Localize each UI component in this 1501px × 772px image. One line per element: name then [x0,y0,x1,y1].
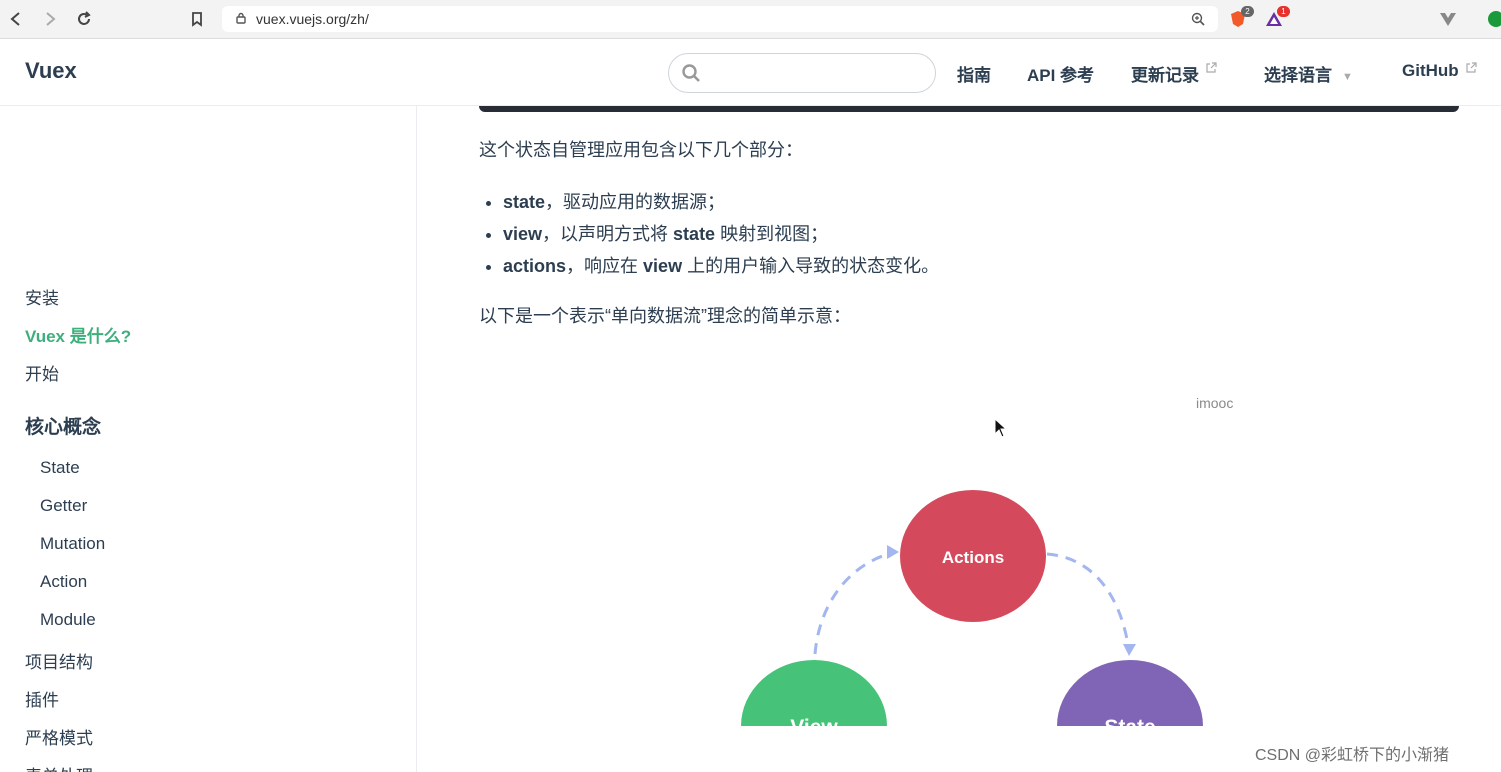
nav-guide[interactable]: 指南 [957,61,991,86]
parts-list: state，驱动应用的数据源； view，以声明方式将 state 映射到视图；… [479,186,939,282]
chevron-down-icon: ▼ [1342,70,1353,83]
nav-github[interactable]: GitHub [1402,61,1477,81]
nav-github-label: GitHub [1402,61,1459,80]
nav-language-label: 选择语言 [1264,66,1332,85]
term-actions: actions [503,256,567,276]
list-item: view，以声明方式将 state 映射到视图； [503,218,939,250]
arrowhead-state [1123,644,1136,656]
search-input[interactable] [668,53,936,93]
one-way-data-flow-diagram: Actions State View [741,490,1203,726]
brave-shields-icon[interactable]: 2 [1228,6,1254,29]
browser-toolbar: vuex.vuejs.org/zh/ 2 1 [0,0,1501,39]
main-content: 这个状态自管理应用包含以下几个部分： state，驱动应用的数据源； view，… [417,106,1501,772]
list-item: state，驱动应用的数据源； [503,186,939,218]
sidebar-item-install[interactable]: 安装 [25,284,59,309]
term-view-inline: view [643,256,683,276]
sidebar-item-action[interactable]: Action [40,572,87,592]
sidebar-item-getter[interactable]: Getter [40,496,87,516]
sidebar-item-module[interactable]: Module [40,610,96,630]
reload-icon[interactable] [74,9,94,29]
sidebar: 安装 Vuex 是什么? 开始 核心概念 State Getter Mutati… [0,106,417,772]
arrow-actions-to-state [1046,552,1131,652]
url-text: vuex.vuejs.org/zh/ [256,11,369,27]
list-text: 上的用户输入导致的状态变化。 [682,256,940,276]
arrow-view-to-actions [813,550,896,655]
site-header: Vuex 指南 API 参考 更新记录 选择语言 ▼ GitHub [0,39,1501,106]
forward-arrow-icon[interactable] [40,9,60,29]
mouse-cursor-icon [994,418,1008,438]
nav-api-reference[interactable]: API 参考 [1027,61,1094,86]
sidebar-heading-core-concepts[interactable]: 核心概念 [25,412,101,439]
term-state: state [503,192,546,212]
search-icon [682,64,700,82]
list-text: ，以声明方式将 [542,224,674,244]
list-item: actions，响应在 view 上的用户输入导致的状态变化。 [503,250,939,282]
back-arrow-icon[interactable] [6,9,26,29]
term-view: view [503,224,543,244]
shields-badge: 2 [1241,6,1254,17]
sidebar-item-project-structure[interactable]: 项目结构 [25,648,93,673]
actions-label: Actions [942,548,1004,567]
external-link-icon [1206,62,1217,73]
list-text: ，响应在 [566,256,644,276]
intro-paragraph: 这个状态自管理应用包含以下几个部分： [479,140,803,160]
sidebar-item-state[interactable]: State [40,458,80,478]
list-text: ，驱动应用的数据源； [545,192,726,212]
csdn-watermark: CSDN @彩虹桥下的小渐猪 [1255,747,1450,764]
view-label: View [790,716,838,726]
bookmark-icon[interactable] [187,9,207,29]
zoom-icon[interactable] [1190,11,1206,27]
nav-release-notes[interactable]: 更新记录 [1131,61,1217,86]
sidebar-item-plugins[interactable]: 插件 [25,686,59,711]
nav-language-select[interactable]: 选择语言 ▼ [1264,61,1353,86]
diagram-intro-paragraph: 以下是一个表示“单向数据流”理念的简单示意： [479,306,851,326]
code-block-edge [479,106,1459,112]
vue-devtools-icon[interactable] [1438,9,1458,29]
lock-icon [236,12,246,24]
arrowhead-actions [887,545,899,559]
sidebar-item-form-handling[interactable]: 表单处理 [25,762,93,772]
state-label: State [1104,716,1155,726]
brand-logo-text[interactable]: Vuex [25,58,77,84]
sidebar-item-what-is-vuex[interactable]: Vuex 是什么? [25,322,131,347]
sidebar-item-getting-started[interactable]: 开始 [25,360,59,385]
address-bar[interactable]: vuex.vuejs.org/zh/ [222,6,1218,32]
sidebar-item-strict-mode[interactable]: 严格模式 [25,724,93,749]
nav-release-notes-label: 更新记录 [1131,66,1199,85]
sidebar-item-mutation[interactable]: Mutation [40,534,105,554]
extension-green-icon[interactable] [1486,9,1501,29]
brave-rewards-icon[interactable]: 1 [1264,6,1290,29]
term-state-inline: state [673,224,716,244]
rewards-badge: 1 [1277,6,1290,17]
external-link-icon [1466,62,1477,73]
list-text: 映射到视图； [715,224,829,244]
